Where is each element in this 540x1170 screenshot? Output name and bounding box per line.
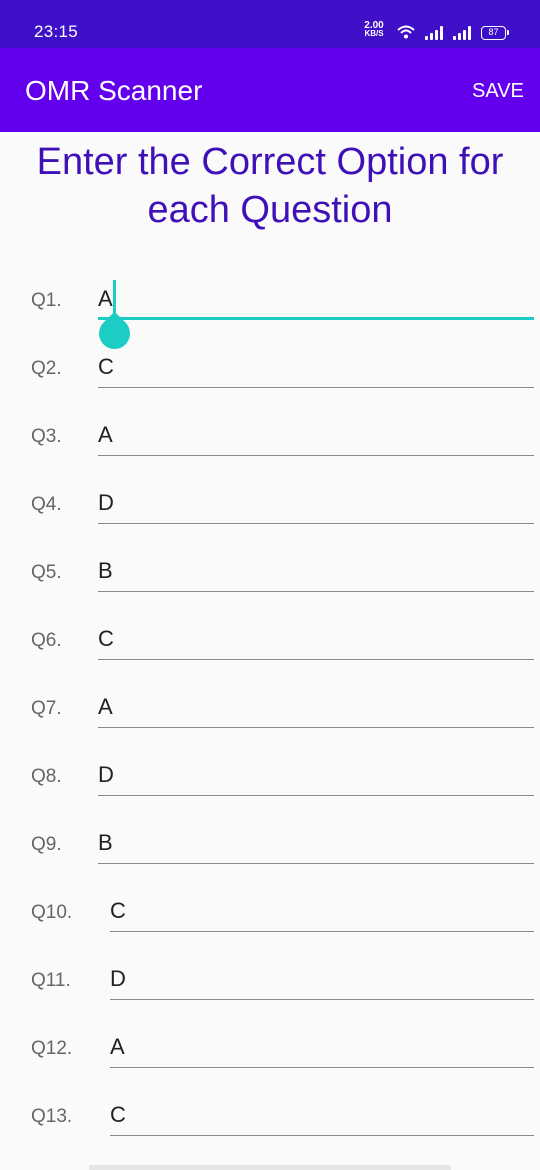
- wifi-icon: [397, 25, 415, 39]
- answer-value: D: [110, 966, 126, 991]
- battery-icon: 87: [481, 26, 509, 40]
- answer-value: A: [98, 422, 113, 447]
- answer-field-q13[interactable]: C: [110, 1096, 534, 1136]
- question-label: Q10.: [31, 902, 73, 923]
- answer-value: C: [98, 626, 114, 651]
- answer-field-q9[interactable]: B: [98, 824, 534, 864]
- question-label: Q12.: [31, 1038, 73, 1059]
- network-speed: 2.00 KB/S: [362, 21, 386, 38]
- answer-field-q8[interactable]: D: [98, 756, 534, 796]
- answer-field-q5[interactable]: B: [98, 552, 534, 592]
- app-title: OMR Scanner: [25, 75, 203, 106]
- app-bar: OMR Scanner SAVE: [0, 48, 540, 132]
- answer-field-q4[interactable]: D: [98, 484, 534, 524]
- answer-value: A: [98, 286, 113, 311]
- question-label: Q13.: [31, 1106, 73, 1127]
- answer-value: A: [98, 694, 113, 719]
- status-time: 23:15: [34, 22, 79, 41]
- question-label: Q11.: [31, 970, 71, 991]
- answer-field-q10[interactable]: C: [110, 892, 534, 932]
- network-speed-unit: KB/S: [364, 29, 384, 38]
- question-label: Q9.: [31, 834, 62, 855]
- answer-value: B: [98, 558, 113, 583]
- question-label: Q6.: [31, 630, 62, 651]
- answer-value: D: [98, 762, 114, 787]
- page-heading: Enter the Correct Option for each Questi…: [0, 138, 540, 234]
- answer-field-q3[interactable]: A: [98, 416, 534, 456]
- answer-value: C: [98, 354, 114, 379]
- status-bar: 23:15 2.00 KB/S 87: [0, 0, 540, 48]
- answer-value: B: [98, 830, 113, 855]
- answer-value: D: [98, 490, 114, 515]
- answer-field-q11[interactable]: D: [110, 960, 534, 1000]
- signal-icon-2: [453, 26, 473, 40]
- question-label: Q7.: [31, 698, 62, 719]
- bottom-handle: [89, 1165, 451, 1170]
- answer-value: C: [110, 1102, 126, 1127]
- answer-field-q12[interactable]: A: [110, 1028, 534, 1068]
- answer-field-q1[interactable]: A: [92, 280, 534, 356]
- answer-value: C: [110, 898, 126, 923]
- answer-field-q6[interactable]: C: [98, 620, 534, 660]
- question-label: Q1.: [31, 290, 62, 311]
- save-button[interactable]: SAVE: [456, 76, 536, 106]
- text-cursor: [113, 280, 116, 314]
- answer-field-q2[interactable]: C: [98, 348, 534, 388]
- answer-value: A: [110, 1034, 125, 1059]
- page-heading-line-1: Enter the Correct Option for: [36, 141, 504, 183]
- question-label: Q8.: [31, 766, 62, 787]
- question-label: Q5.: [31, 562, 62, 583]
- page-heading-line-2: each Question: [147, 189, 393, 231]
- question-label: Q4.: [31, 494, 62, 515]
- question-label: Q3.: [31, 426, 62, 447]
- question-label: Q2.: [31, 358, 62, 379]
- answer-field-q7[interactable]: A: [98, 688, 534, 728]
- signal-icon: [425, 26, 445, 40]
